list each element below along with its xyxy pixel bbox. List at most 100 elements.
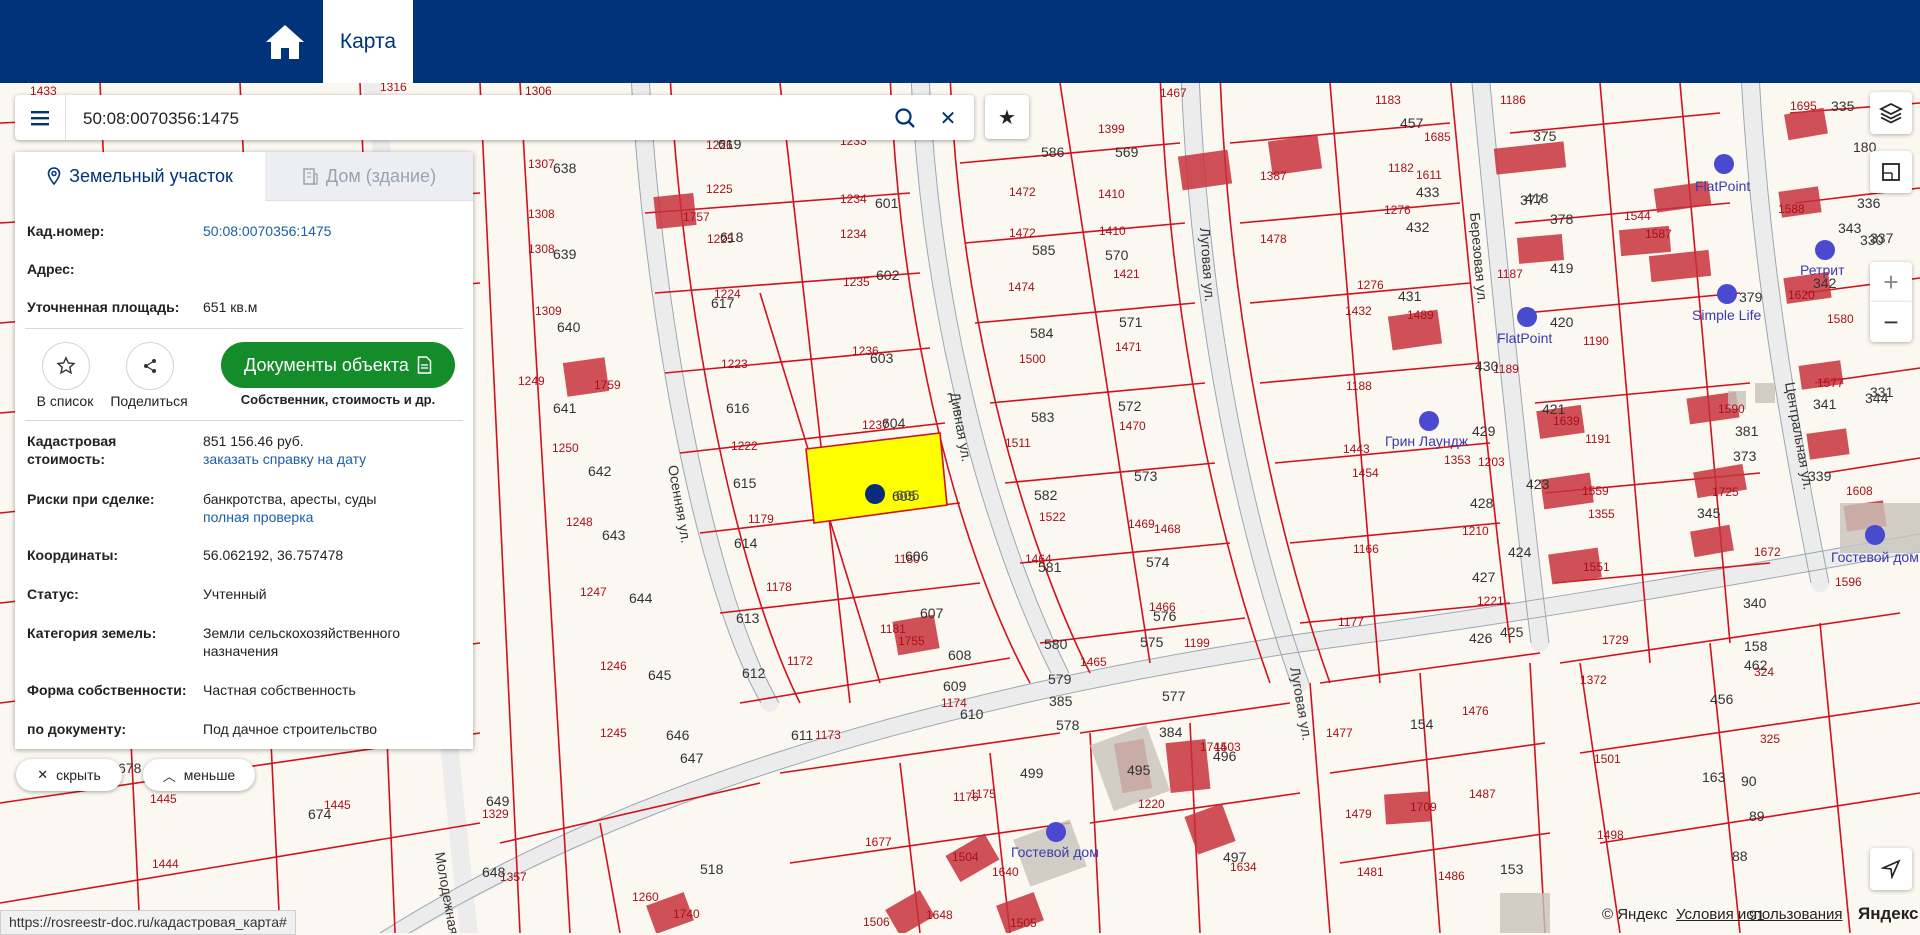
parcel-number: 647 [680, 750, 704, 766]
parcel-number: 1677 [865, 835, 892, 849]
parcel-number: 1476 [1462, 704, 1489, 718]
parcel-number: 1182 [1388, 161, 1414, 175]
parcel-number: 424 [1508, 544, 1532, 560]
tab-map[interactable]: Карта [323, 0, 413, 83]
parcel-number: 90 [1741, 773, 1757, 789]
parcel-number: 573 [1134, 468, 1158, 484]
ruler-button[interactable] [1870, 151, 1912, 193]
parcel-number: 1309 [535, 304, 562, 318]
selected-parcel-number: 605 [896, 487, 920, 503]
parcel-number: 518 [700, 861, 724, 877]
parcel-number: 1190 [1583, 334, 1609, 348]
hide-panel-button[interactable]: ✕ скрыть [16, 759, 122, 791]
parcel-number: 339 [1808, 468, 1832, 484]
parcel-number: 1179 [748, 512, 774, 526]
parcel-number: 427 [1472, 569, 1496, 585]
parcel-number: 1410 [1098, 187, 1125, 201]
parcel-number: 1608 [1846, 484, 1873, 498]
parcel-number: 602 [876, 267, 900, 283]
parcel-number: 1471 [1115, 340, 1142, 354]
parcel-number: 1470 [1119, 419, 1146, 433]
favorites-button[interactable]: ★ [985, 95, 1029, 139]
parcel-number: 674 [308, 806, 332, 822]
docs-button-label: Документы объекта [244, 354, 409, 375]
parcel-number: 336 [1857, 195, 1881, 211]
parcel-number: 88 [1732, 848, 1748, 864]
parcel-number: 570 [1105, 247, 1129, 263]
parcel-number: 584 [1030, 325, 1054, 341]
parcel-number: 1225 [706, 182, 733, 196]
parcel-number: 330 [1860, 232, 1884, 248]
cad-number-link[interactable]: 50:08:0070356:1475 [203, 222, 463, 240]
parcel-number: 420 [1550, 314, 1574, 330]
parcel-number: 1247 [580, 585, 607, 599]
row-status: Статус: Учтенный [27, 585, 463, 605]
parcel-number: 1234 [840, 227, 867, 241]
parcel-number: 1443 [1343, 442, 1370, 456]
parcel-number: 1506 [863, 915, 890, 929]
home-button[interactable] [260, 18, 310, 66]
parcel-number: 577 [1162, 688, 1186, 704]
tab-land-plot[interactable]: Земельный участок [15, 152, 265, 200]
full-check-link[interactable]: полная проверка [203, 509, 313, 525]
parcel-number: 1481 [1357, 865, 1384, 879]
collapse-panel-button[interactable]: ︿ меньше [143, 759, 255, 791]
parcel-number: 1757 [683, 210, 710, 224]
terms-of-use-link[interactable]: Условия использования [1676, 906, 1843, 923]
object-info-panel: Земельный участок Дом (здание) Кад.номер… [15, 152, 473, 749]
share-button[interactable] [126, 342, 174, 390]
parcel-number: 1188 [1346, 379, 1372, 393]
zoom-in-button[interactable]: + [1870, 262, 1912, 302]
search-input[interactable] [81, 105, 865, 132]
add-to-list-button[interactable] [42, 342, 90, 390]
parcel-number: 1355 [1588, 507, 1615, 521]
docs-subtitle: Собственник, стоимость и др. [240, 392, 436, 407]
parcel-number: 1353 [1444, 453, 1471, 467]
add-to-list-label: В список [36, 393, 94, 409]
parcel-number: 1178 [766, 580, 792, 594]
parcel-number: 1223 [721, 357, 748, 371]
parcel-number: 425 [1500, 624, 1524, 640]
clear-search-button[interactable]: ✕ [933, 103, 963, 133]
parcel-number: 496 [1213, 748, 1237, 764]
parcel-number: 344 [1865, 390, 1889, 406]
parcel-number: 375 [1533, 128, 1557, 144]
parcel-number: 385 [1049, 693, 1073, 709]
parcel-number: 1399 [1098, 122, 1125, 136]
parcel-number: 1755 [898, 634, 925, 648]
parcel-number: 431 [1398, 288, 1422, 304]
land-category-value: Земли сельскохозяйственного назначения [203, 625, 401, 659]
parcel-number: 1199 [1184, 636, 1210, 650]
status-label: Статус: [27, 586, 79, 602]
search-button[interactable] [890, 103, 920, 133]
poi-label: Simple Life [1692, 307, 1761, 323]
geolocation-button[interactable] [1870, 848, 1912, 890]
tab-building[interactable]: Дом (здание) [265, 152, 473, 201]
selected-parcel-marker [865, 484, 885, 504]
layers-button[interactable] [1870, 92, 1912, 134]
object-documents-button[interactable]: Документы объекта [221, 342, 455, 388]
parcel-number: 1474 [1008, 280, 1035, 294]
tab-building-label: Дом (здание) [325, 165, 437, 186]
parcel-number: 158 [1744, 638, 1768, 654]
menu-button[interactable] [15, 95, 66, 140]
parcel-number: 612 [742, 665, 766, 681]
parcel-number: 153 [1500, 861, 1524, 877]
zoom-out-button[interactable]: − [1870, 302, 1912, 342]
parcel-number: 1740 [673, 907, 700, 921]
parcel-number: 342 [1813, 275, 1837, 291]
parcel-number: 614 [734, 535, 758, 551]
parcel-number: 419 [1550, 260, 1574, 276]
parcel-number: 1249 [518, 374, 545, 388]
parcel-number: 586 [1041, 144, 1065, 160]
parcel-number: 574 [1146, 554, 1170, 570]
parcel-number: 1246 [600, 659, 627, 673]
parcel-number: 613 [736, 610, 760, 626]
share-label: Поделиться [110, 393, 188, 409]
parcel-number: 335 [1831, 98, 1855, 114]
parcel-number: 604 [882, 415, 906, 431]
divider [25, 328, 463, 329]
address-label: Адрес: [27, 261, 75, 277]
order-certificate-link[interactable]: заказать справку на дату [203, 451, 366, 467]
parcel-number: 1580 [1827, 312, 1854, 326]
